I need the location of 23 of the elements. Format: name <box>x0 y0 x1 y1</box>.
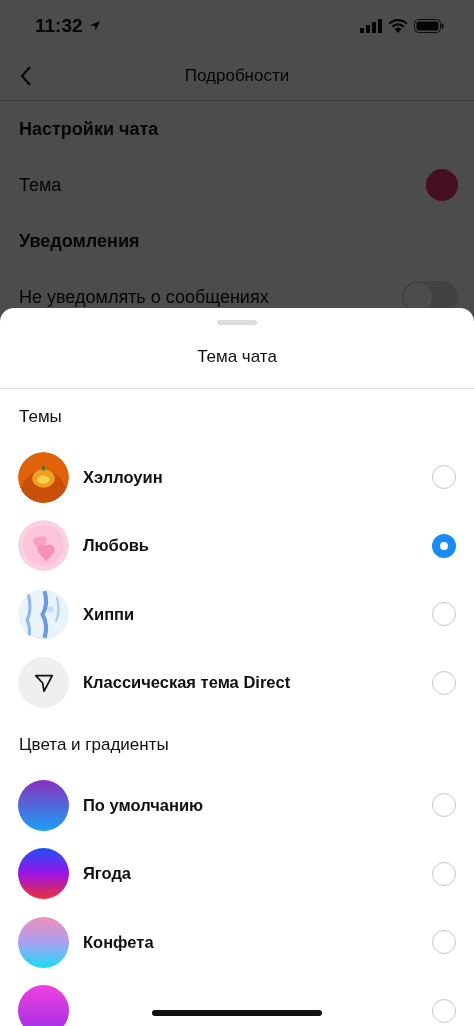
setting-label: Не уведомлять о сообщениях <box>19 286 270 308</box>
drag-handle[interactable] <box>217 320 257 325</box>
sheet-title: Тема чата <box>0 325 474 389</box>
setting-label: Тема <box>19 174 63 196</box>
section-title: Настройки чата <box>18 117 160 141</box>
gradient-swatch <box>18 916 69 968</box>
section-title: Цвета и градиенты <box>18 734 170 756</box>
status-time: 11:32 <box>35 15 83 37</box>
gradient-swatch <box>18 848 69 900</box>
radio-button[interactable] <box>432 533 456 558</box>
theme-name: По умолчанию <box>83 795 204 815</box>
theme-name: Любовь <box>83 536 149 556</box>
paper-plane-icon <box>18 657 69 709</box>
gradient-swatch <box>18 985 69 1026</box>
section-title: Уведомления <box>18 229 141 253</box>
theme-name: Конфета <box>83 932 154 952</box>
gradient-swatch <box>18 779 69 831</box>
section-title: Темы <box>18 406 63 428</box>
theme-name: Хэллоуин <box>83 467 163 487</box>
screen-title: Подробности <box>184 66 290 86</box>
theme-name: Хиппи <box>83 604 135 624</box>
theme-name: Классическая тема Direct <box>83 673 291 693</box>
theme-name: Ягода <box>83 864 132 884</box>
